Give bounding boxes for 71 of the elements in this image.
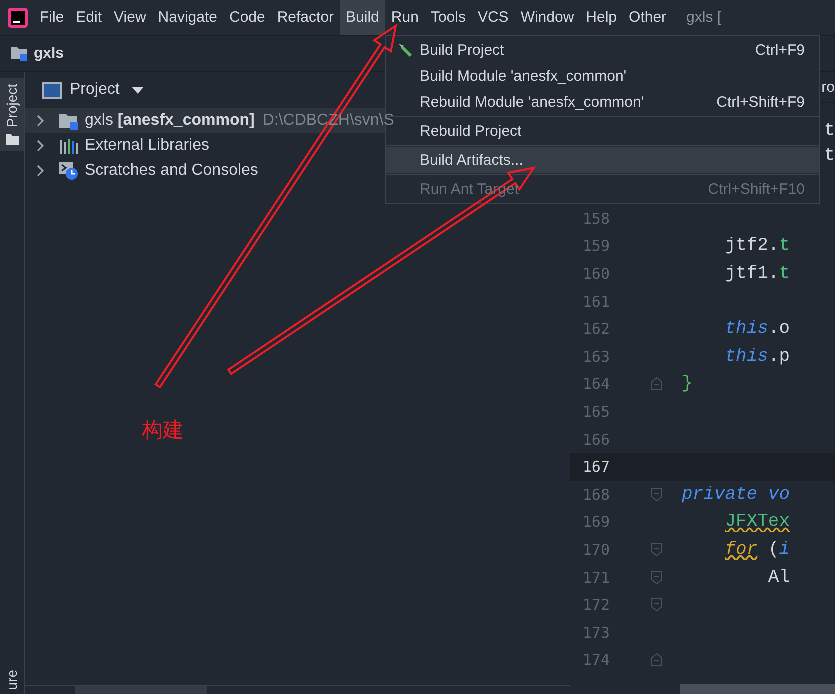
annotation-label: 构建 [142, 417, 184, 444]
code-line: this.o [724, 319, 790, 340]
fold-marker-icon[interactable] [651, 598, 663, 612]
menu-item[interactable]: Edit [70, 0, 108, 35]
code-text: t [824, 146, 835, 168]
chevron-right-icon[interactable] [37, 114, 45, 126]
menu-item[interactable]: View [108, 0, 152, 35]
scrollbar-thumb[interactable] [680, 684, 835, 694]
line-number: 162 [582, 320, 610, 338]
fold-marker-icon[interactable] [651, 377, 663, 392]
bar-chart-icon [59, 136, 79, 154]
line-number: 170 [582, 540, 610, 559]
line-number: 160 [582, 264, 610, 283]
menu-item[interactable]: Code [223, 0, 272, 35]
folder-icon [59, 112, 79, 130]
menu-item[interactable]: Window [514, 0, 580, 35]
folder-icon [6, 134, 18, 145]
line-number: 166 [582, 430, 610, 449]
menu-item[interactable]: Build Artifacts... [386, 147, 819, 173]
menu-item[interactable]: Help [580, 0, 624, 35]
menu-item[interactable]: Build Project Ctrl+F9 [386, 37, 819, 63]
code-line: private vo [682, 484, 790, 505]
line-number: 171 [582, 568, 610, 587]
line-number: 172 [582, 596, 610, 614]
line-number: 167 [582, 458, 610, 476]
terminal-clock-icon [59, 160, 79, 180]
view-selector[interactable]: Project [70, 81, 120, 99]
code-line: JFXTex [724, 512, 790, 532]
line-number: 174 [582, 651, 610, 670]
code-line: } [682, 374, 693, 394]
fold-marker-icon[interactable] [651, 570, 663, 585]
window-icon [42, 82, 62, 98]
menu-item[interactable]: Other [623, 0, 673, 35]
menu-item[interactable]: Run [385, 0, 425, 35]
line-number: 165 [582, 402, 610, 421]
line-number: 173 [582, 624, 610, 642]
menu-item[interactable]: VCS [472, 0, 515, 35]
line-number: 163 [582, 348, 610, 366]
menu-item[interactable]: Build Module 'anesfx_common' [386, 63, 819, 89]
menu-item[interactable]: File [34, 0, 70, 35]
chevron-right-icon[interactable] [37, 164, 45, 176]
editor-tab[interactable]: ro [822, 78, 835, 96]
line-number: 158 [582, 210, 610, 228]
menu-item[interactable]: Refactor [271, 0, 340, 35]
line-number: 159 [582, 237, 610, 256]
folder-icon [11, 46, 28, 61]
hammer-icon [397, 42, 413, 58]
fold-marker-icon[interactable] [651, 653, 663, 668]
code-line: jtf1.t [724, 264, 790, 284]
menu-item[interactable]: Tools [424, 0, 472, 35]
tool-window-tab[interactable]: ure [4, 670, 20, 690]
line-number: 169 [582, 513, 610, 532]
dropdown-caret-icon[interactable] [132, 86, 144, 94]
tool-window-tab[interactable]: Project [0, 78, 24, 151]
window-title: gxls [ [686, 9, 722, 26]
code-line: this.p [724, 346, 790, 367]
code-text: t [824, 121, 835, 143]
fold-marker-icon[interactable] [651, 542, 663, 557]
fold-marker-icon[interactable] [651, 488, 663, 502]
line-number: 168 [582, 486, 610, 504]
menu-item[interactable]: Build [340, 0, 386, 35]
code-line: for (i [724, 540, 790, 560]
chevron-right-icon[interactable] [37, 140, 45, 152]
menu-item[interactable]: Navigate [152, 0, 224, 35]
line-number: 164 [582, 375, 610, 394]
scrollbar-thumb[interactable] [75, 686, 207, 694]
breadcrumb-item[interactable]: gxls [34, 45, 64, 62]
line-number: 161 [582, 292, 610, 311]
code-line: jtf2.t [724, 236, 790, 256]
code-line: Al [767, 568, 790, 588]
app-logo-icon[interactable] [8, 8, 28, 28]
